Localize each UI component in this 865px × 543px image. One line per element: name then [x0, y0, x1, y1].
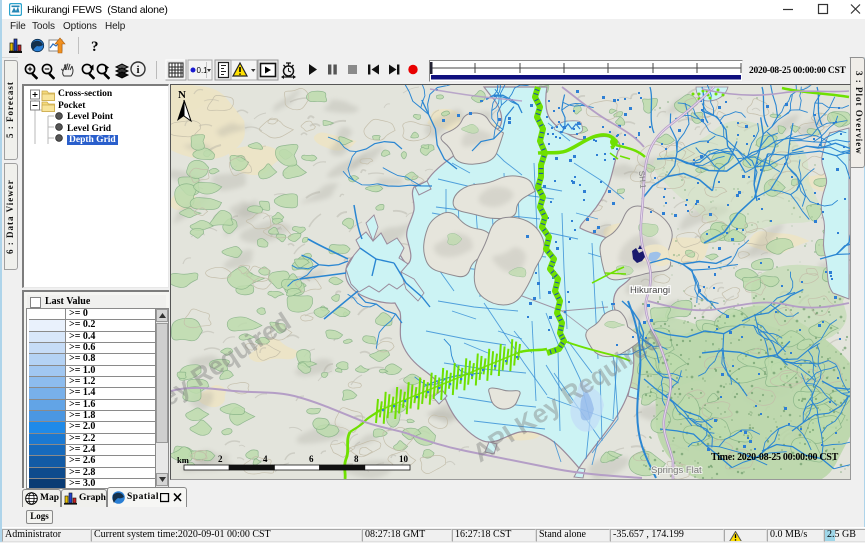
svg-text:SH 1: SH 1: [637, 170, 648, 189]
svg-text:4: 4: [263, 454, 268, 464]
svg-text:Hikurangi: Hikurangi: [630, 285, 670, 296]
svg-text:i: i: [136, 64, 139, 76]
svg-text:Springs Flat: Springs Flat: [651, 465, 702, 476]
svg-text:8: 8: [354, 454, 359, 464]
svg-text:?: ?: [91, 39, 99, 55]
svg-text:10: 10: [399, 454, 409, 464]
svg-text:km: km: [177, 455, 189, 465]
svg-text:N: N: [178, 89, 186, 101]
svg-text:Time: 2020-08-25 00:00:00 CST: Time: 2020-08-25 00:00:00 CST: [711, 452, 839, 463]
svg-text:2: 2: [218, 454, 223, 464]
svg-text:6: 6: [309, 454, 314, 464]
